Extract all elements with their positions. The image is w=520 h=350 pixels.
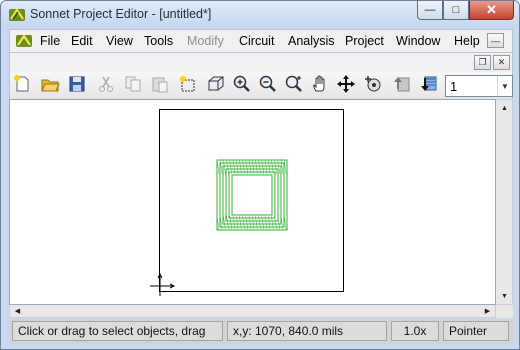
- menu-circuit[interactable]: Circuit: [239, 34, 274, 48]
- copy-button[interactable]: [122, 72, 144, 96]
- spiral-turn: [216, 159, 288, 231]
- close-icon: ✕: [486, 2, 497, 17]
- close-button[interactable]: ✕: [469, 1, 514, 20]
- menu-file[interactable]: File: [40, 34, 60, 48]
- 3d-view-button[interactable]: [205, 72, 227, 96]
- down-level-button[interactable]: [418, 72, 440, 96]
- spiral-hatch: [274, 215, 277, 231]
- spiral-hatch: [277, 215, 281, 231]
- down-level-icon: [421, 76, 437, 91]
- 3d-view-icon: [208, 76, 224, 91]
- sonnet-app-icon: [9, 8, 25, 21]
- cut-button[interactable]: [95, 72, 117, 96]
- spiral-inductor[interactable]: [10, 100, 496, 305]
- mdi-minimize-icon: —: [491, 35, 500, 46]
- zoom-fit-icon: [285, 75, 302, 92]
- open-folder-icon: [41, 79, 60, 92]
- up-level-button[interactable]: [391, 72, 413, 96]
- zoom-out-button[interactable]: [257, 72, 279, 96]
- scroll-corner: [496, 305, 513, 318]
- menu-edit[interactable]: Edit: [71, 34, 93, 48]
- save-icon: [69, 76, 85, 92]
- rotate-icon: [365, 76, 381, 92]
- zoom-out-icon: [259, 75, 276, 92]
- spiral-turn: [225, 168, 279, 222]
- mdi-minimize-button[interactable]: —: [487, 33, 504, 48]
- menu-window[interactable]: Window: [396, 34, 440, 48]
- cut-icon: [99, 76, 113, 92]
- scroll-down-icon[interactable]: ▼: [497, 290, 512, 302]
- spiral-hatch: [223, 215, 226, 231]
- status-mode: Pointer: [443, 321, 509, 341]
- paste-icon: [152, 77, 168, 93]
- move-icon: [337, 75, 355, 93]
- title-bar[interactable]: Sonnet Project Editor - [untitled*] — □ …: [1, 1, 519, 29]
- level-value: 1: [450, 78, 458, 94]
- spiral-hatch: [223, 159, 226, 175]
- level-dropdown[interactable]: 1 ▼: [445, 75, 513, 97]
- minimize-button[interactable]: —: [417, 1, 443, 20]
- menu-help[interactable]: Help: [454, 34, 480, 48]
- up-level-icon: [394, 77, 410, 92]
- scroll-left-icon[interactable]: ◀: [10, 305, 25, 317]
- menu-project[interactable]: Project: [345, 34, 384, 48]
- mdi-restore-icon: ❐: [478, 57, 487, 67]
- spiral-turn: [219, 162, 285, 228]
- save-button[interactable]: [66, 72, 88, 96]
- spiral-hatch: [226, 215, 229, 231]
- pan-button[interactable]: [309, 72, 331, 96]
- status-zoom: 1.0x: [391, 321, 439, 341]
- chevron-down-icon[interactable]: ▼: [497, 76, 512, 96]
- copy-icon: [125, 76, 141, 92]
- app-window: Sonnet Project Editor - [untitled*] — □ …: [0, 0, 520, 350]
- window-title: Sonnet Project Editor - [untitled*]: [30, 7, 212, 21]
- horizontal-scrollbar[interactable]: ◀ ▶: [9, 305, 496, 318]
- zoom-in-button[interactable]: [231, 72, 253, 96]
- mdi-restore-button[interactable]: ❐: [474, 55, 491, 70]
- maximize-icon: □: [452, 4, 460, 16]
- scroll-up-icon[interactable]: ▲: [497, 102, 512, 114]
- rotate-button[interactable]: [362, 72, 384, 96]
- new-file-button[interactable]: [11, 72, 33, 96]
- mdi-close-button[interactable]: ✕: [493, 55, 510, 70]
- status-bar: Click or drag to select objects, drag x,…: [9, 319, 513, 344]
- spiral-hatch: [226, 159, 229, 175]
- zoom-in-icon: [233, 75, 250, 92]
- drawing-canvas[interactable]: [9, 99, 496, 305]
- menu-tools[interactable]: Tools: [144, 34, 173, 48]
- toolbar-mdi-strip: ❐ ✕: [9, 53, 513, 72]
- document-icon[interactable]: [15, 33, 33, 49]
- select-box-icon: [180, 76, 195, 92]
- menu-analysis[interactable]: Analysis: [288, 34, 335, 48]
- scroll-right-icon[interactable]: ▶: [480, 305, 495, 317]
- status-coordinates: x,y: 1070, 840.0 mils: [227, 321, 387, 341]
- new-file-icon: [14, 75, 29, 92]
- menu-modify[interactable]: Modify: [187, 34, 224, 48]
- vertical-scrollbar[interactable]: ▲ ▼: [496, 99, 513, 305]
- spiral-turn: [231, 174, 273, 216]
- menu-bar: File Edit View Tools Modify Circuit Anal…: [9, 29, 513, 53]
- mdi-close-icon: ✕: [497, 57, 506, 67]
- origin-marker: [150, 276, 174, 296]
- zoom-fit-button[interactable]: [283, 72, 305, 96]
- pan-hand-icon: [313, 75, 325, 92]
- menu-view[interactable]: View: [106, 34, 133, 48]
- minimize-icon: —: [424, 4, 436, 16]
- select-box-button[interactable]: [177, 72, 199, 96]
- maximize-button[interactable]: □: [443, 1, 469, 20]
- status-message: Click or drag to select objects, drag: [12, 321, 223, 341]
- move-button[interactable]: [335, 72, 357, 96]
- open-button[interactable]: [39, 72, 61, 96]
- paste-button[interactable]: [149, 72, 171, 96]
- spiral-turn: [228, 171, 276, 219]
